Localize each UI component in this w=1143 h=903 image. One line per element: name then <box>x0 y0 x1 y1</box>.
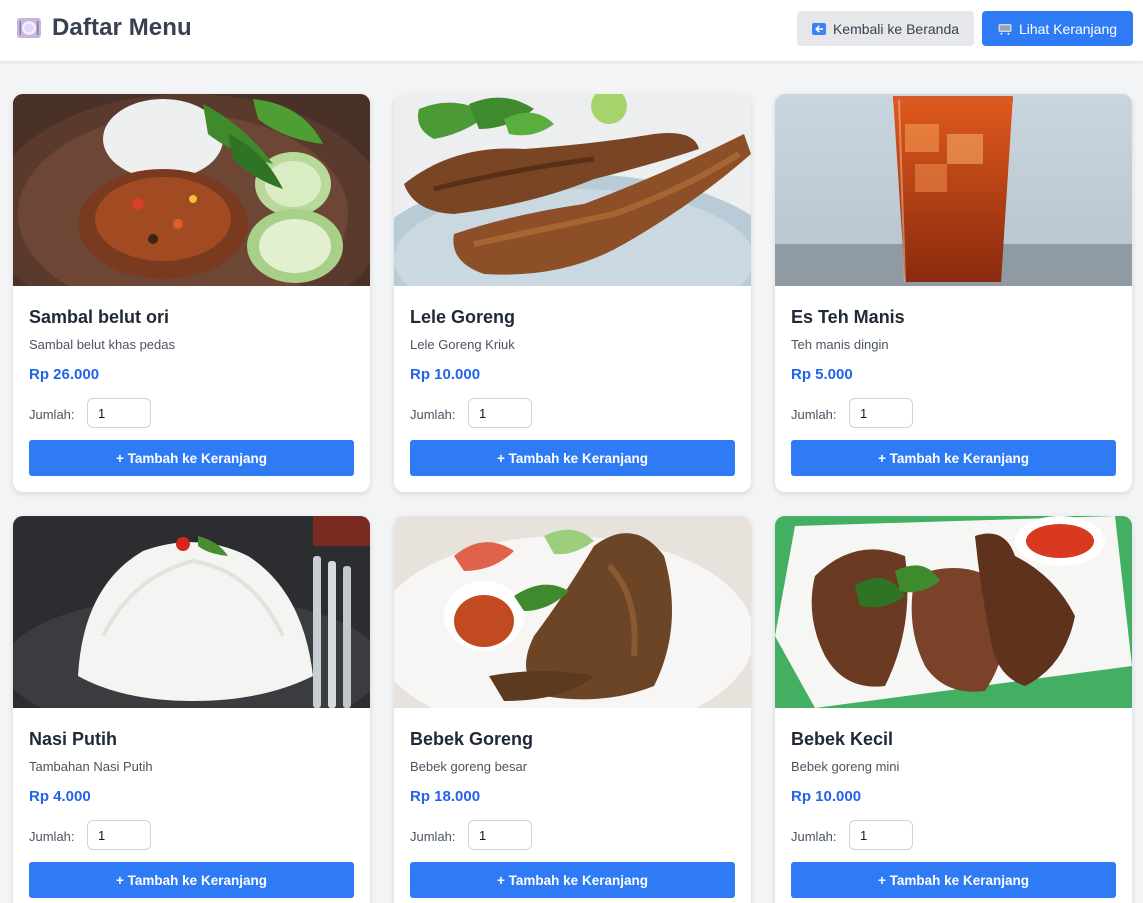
quantity-input[interactable] <box>468 820 532 850</box>
menu-card: Sambal belut ori Sambal belut khas pedas… <box>13 94 370 492</box>
menu-card: Lele Goreng Lele Goreng Kriuk Rp 10.000 … <box>394 94 751 492</box>
back-arrow-icon <box>811 22 826 35</box>
iced-tea-photo <box>775 94 1132 286</box>
fried-catfish-photo <box>394 94 751 286</box>
quantity-input[interactable] <box>468 398 532 428</box>
item-price: Rp 18.000 <box>410 788 481 805</box>
item-name: Nasi Putih <box>29 729 118 749</box>
quantity-input[interactable] <box>87 820 151 850</box>
add-to-cart-button[interactable]: + Tambah ke Keranjang <box>410 862 735 898</box>
item-name: Lele Goreng <box>410 307 516 327</box>
item-price: Rp 10.000 <box>791 788 862 805</box>
quantity-label: Jumlah: <box>410 407 456 422</box>
item-name: Bebek Goreng <box>410 729 534 749</box>
top-header: Daftar Menu Kembali ke Beranda Lihat Ker… <box>0 0 1143 62</box>
quantity-input[interactable] <box>87 398 151 428</box>
small-fried-duck-photo <box>775 516 1132 708</box>
item-description: Sambal belut khas pedas <box>29 337 175 352</box>
back-to-home-button[interactable]: Kembali ke Beranda <box>797 11 974 46</box>
plate-icon <box>17 18 41 38</box>
menu-card: Bebek Kecil Bebek goreng mini Rp 10.000 … <box>775 516 1132 903</box>
cart-icon <box>998 23 1012 35</box>
item-description: Bebek goreng besar <box>410 759 528 774</box>
quantity-label: Jumlah: <box>791 829 837 844</box>
sambal-belut-photo <box>13 94 370 286</box>
item-price: Rp 10.000 <box>410 366 481 383</box>
back-to-home-label: Kembali ke Beranda <box>832 20 960 37</box>
add-to-cart-button[interactable]: + Tambah ke Keranjang <box>791 440 1116 476</box>
item-description: Teh manis dingin <box>791 337 889 352</box>
brand: Daftar Menu <box>16 14 192 42</box>
quantity-label: Jumlah: <box>29 829 75 844</box>
item-price: Rp 5.000 <box>791 366 853 383</box>
item-description: Tambahan Nasi Putih <box>29 759 153 774</box>
page-title: Daftar Menu <box>52 14 192 41</box>
add-to-cart-button[interactable]: + Tambah ke Keranjang <box>410 440 735 476</box>
item-price: Rp 26.000 <box>29 366 100 383</box>
add-to-cart-button[interactable]: + Tambah ke Keranjang <box>29 440 354 476</box>
item-description: Bebek goreng mini <box>791 759 900 774</box>
item-name: Sambal belut ori <box>29 307 170 327</box>
add-to-cart-button[interactable]: + Tambah ke Keranjang <box>791 862 1116 898</box>
item-name: Es Teh Manis <box>791 307 905 327</box>
menu-card: Bebek Goreng Bebek goreng besar Rp 18.00… <box>394 516 751 903</box>
quantity-label: Jumlah: <box>791 407 837 422</box>
item-price: Rp 4.000 <box>29 788 91 805</box>
item-name: Bebek Kecil <box>791 729 894 749</box>
menu-grid: Sambal belut ori Sambal belut khas pedas… <box>13 94 1132 903</box>
quantity-input[interactable] <box>849 398 913 428</box>
quantity-label: Jumlah: <box>410 829 456 844</box>
add-to-cart-button[interactable]: + Tambah ke Keranjang <box>29 862 354 898</box>
view-cart-button[interactable]: Lihat Keranjang <box>982 11 1133 46</box>
item-description: Lele Goreng Kriuk <box>410 337 515 352</box>
menu-card: Nasi Putih Tambahan Nasi Putih Rp 4.000 … <box>13 516 370 903</box>
view-cart-label: Lihat Keranjang <box>1018 20 1118 37</box>
quantity-input[interactable] <box>849 820 913 850</box>
white-rice-photo <box>13 516 370 708</box>
quantity-label: Jumlah: <box>29 407 75 422</box>
fried-duck-photo <box>394 516 751 708</box>
menu-card: Es Teh Manis Teh manis dingin Rp 5.000 J… <box>775 94 1132 492</box>
